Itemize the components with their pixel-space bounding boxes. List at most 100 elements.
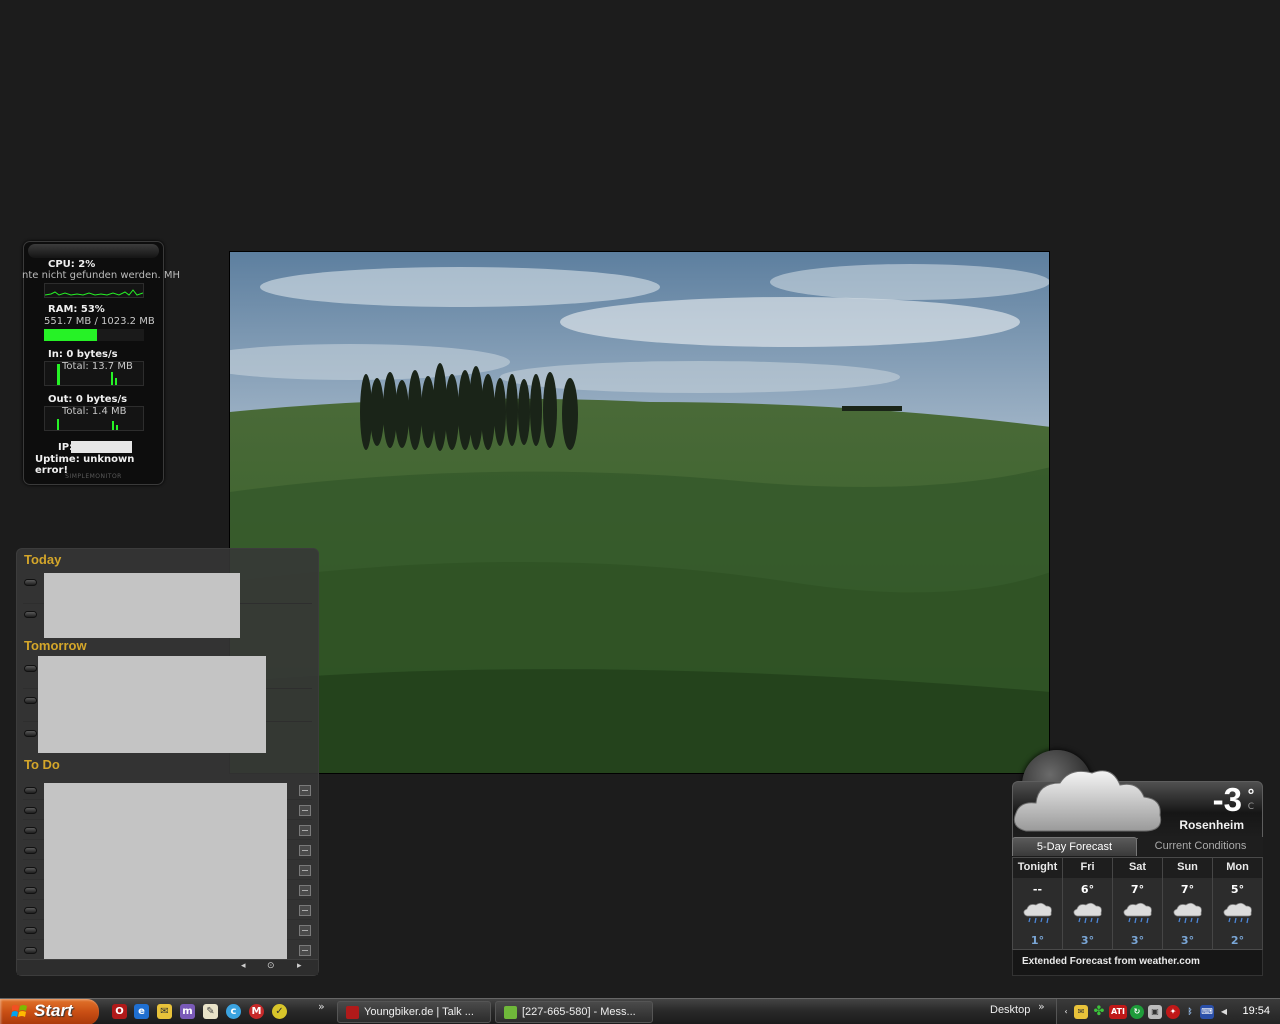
todo-row-button[interactable] — [24, 887, 37, 894]
bluetooth-icon[interactable]: ᛒ — [1183, 1005, 1197, 1019]
opera-icon — [346, 1006, 359, 1019]
forecast-low-temp: 3° — [1180, 934, 1195, 947]
todo-checkbox[interactable] — [299, 785, 311, 796]
skype-icon[interactable]: c — [226, 1004, 241, 1019]
todo-row-button[interactable] — [24, 927, 37, 934]
todo-row-button[interactable] — [24, 827, 37, 834]
todo-row-button[interactable] — [24, 787, 37, 794]
net-out-label: Out: 0 bytes/s — [48, 394, 128, 405]
todo-checkbox[interactable] — [299, 885, 311, 896]
todo-checkbox[interactable] — [299, 865, 311, 876]
msn-icon[interactable]: ✓ — [272, 1004, 287, 1019]
messenger-icon — [504, 1006, 517, 1019]
forecast-high-temp: 5° — [1230, 883, 1245, 896]
task-button-messenger[interactable]: [227-665-580] - Mess... — [495, 1001, 653, 1023]
ram-label: RAM: 53% — [48, 304, 105, 315]
taskbar-clock[interactable]: 19:54 — [1242, 1005, 1270, 1017]
mail-tray-icon[interactable]: ✉ — [1074, 1005, 1088, 1019]
refresh-icon[interactable]: ⊙ — [267, 961, 275, 971]
next-arrow-icon[interactable]: ▸ — [297, 961, 302, 971]
task-label: Youngbiker.de | Talk ... — [364, 1006, 474, 1018]
forecast-high-temp: 7° — [1130, 883, 1145, 896]
system-tray: ‹ ✉ ✤ ATI ↻ ▣ ✦ ᛒ ⌨ ◀ 19:54 — [1056, 999, 1280, 1024]
todo-row-button[interactable] — [24, 867, 37, 874]
forecast-day-name: Fri — [1080, 861, 1095, 873]
tomorrow-events-redacted — [38, 656, 266, 753]
tab-current-conditions[interactable]: Current Conditions — [1138, 837, 1263, 856]
task-button-opera[interactable]: Youngbiker.de | Talk ... — [337, 1001, 491, 1023]
forecast-high-temp: -- — [1032, 883, 1043, 896]
ati-icon[interactable]: ATI — [1109, 1005, 1127, 1019]
tomorrow-row-button[interactable] — [24, 665, 37, 672]
todo-heading: To Do — [24, 757, 60, 772]
net-in-total: Total: 13.7 MB — [62, 361, 133, 372]
error-message: nte nicht gefunden werden. MH — [22, 270, 180, 281]
extended-forecast-link[interactable]: Extended Forecast from weather.com — [1012, 950, 1263, 976]
todo-row-button[interactable] — [24, 807, 37, 814]
todo-row-button[interactable] — [24, 847, 37, 854]
ip-redacted-box — [71, 441, 132, 453]
today-events-redacted — [44, 573, 240, 638]
forecast-low-temp: 3° — [1080, 934, 1095, 947]
city-name: Rosenheim — [1179, 818, 1244, 832]
mail-icon[interactable]: ✉ — [157, 1004, 172, 1019]
clover-icon[interactable]: ✤ — [1092, 1005, 1106, 1019]
forecast-low-temp: 1° — [1030, 934, 1045, 947]
cpu-label: CPU: 2% — [48, 259, 96, 270]
tomorrow-heading: Tomorrow — [24, 638, 87, 653]
todo-checkbox[interactable] — [299, 905, 311, 916]
forecast-day-name: Sat — [1128, 861, 1147, 873]
tab-5-day-forecast[interactable]: 5-Day Forecast — [1012, 837, 1137, 856]
desktop-toolbar-label[interactable]: Desktop — [990, 1004, 1030, 1016]
antivirus-icon[interactable]: ✦ — [1166, 1005, 1180, 1019]
internet-explorer-icon[interactable]: e — [134, 1004, 149, 1019]
todo-row-button[interactable] — [24, 947, 37, 954]
today-heading: Today — [24, 552, 62, 567]
today-row-button[interactable] — [24, 579, 37, 586]
calendar-footer: ◂ ⊙ ▸ — [17, 959, 318, 975]
sync-icon[interactable]: ↻ — [1130, 1005, 1144, 1019]
widget-gloss — [28, 244, 159, 258]
cloud-icon — [1013, 770, 1162, 832]
notepad-icon[interactable]: ✎ — [203, 1004, 218, 1019]
landscape-image — [230, 252, 1049, 773]
calendar-todo-widget: Today Tomorrow To Do ◂ ⊙ ▸ — [16, 548, 319, 976]
rain-cloud-icon — [1023, 902, 1052, 924]
tray-collapse-icon[interactable]: ‹ — [1059, 1005, 1073, 1019]
taskbar: Start O e ✉ m ✎ c M ✓ » Youngbiker.de | … — [0, 998, 1280, 1024]
volume-icon[interactable]: ◀ — [1217, 1005, 1231, 1019]
todo-row-button[interactable] — [24, 907, 37, 914]
prev-arrow-icon[interactable]: ◂ — [241, 961, 246, 971]
app-icon[interactable]: m — [180, 1004, 195, 1019]
opera-icon[interactable]: O — [112, 1004, 127, 1019]
todo-checkbox[interactable] — [299, 825, 311, 836]
forecast-day-name: Tonight — [1017, 861, 1058, 873]
todo-checkbox[interactable] — [299, 805, 311, 816]
todo-checkbox[interactable] — [299, 845, 311, 856]
quicklaunch-more-icon[interactable]: » — [318, 1000, 325, 1013]
rain-cloud-icon — [1173, 902, 1202, 924]
ram-detail: 551.7 MB / 1023.2 MB — [44, 316, 155, 327]
network-icon[interactable]: ▣ — [1148, 1005, 1162, 1019]
todo-checkbox[interactable] — [299, 925, 311, 936]
net-in-label: In: 0 bytes/s — [48, 349, 118, 360]
keyboard-icon[interactable]: ⌨ — [1200, 1005, 1214, 1019]
gmail-icon[interactable]: M — [249, 1004, 264, 1019]
ram-usage-fill — [44, 329, 97, 341]
forecast-low-temp: 3° — [1130, 934, 1145, 947]
temperature-unit: C — [1247, 802, 1254, 812]
desktop-toolbar-more-icon[interactable]: » — [1038, 1000, 1045, 1013]
desktop-wallpaper — [229, 251, 1050, 774]
forecast-day-name: Sun — [1177, 861, 1198, 873]
rain-cloud-icon — [1123, 902, 1152, 924]
cpu-graph — [44, 283, 144, 298]
start-button[interactable]: Start — [0, 999, 99, 1024]
tomorrow-row-button[interactable] — [24, 730, 37, 737]
forecast-day-name: Mon — [1226, 861, 1249, 873]
task-label: [227-665-580] - Mess... — [522, 1006, 636, 1018]
start-label: Start — [34, 1001, 73, 1020]
tomorrow-row-button[interactable] — [24, 697, 37, 704]
today-row-button[interactable] — [24, 611, 37, 618]
todo-checkbox[interactable] — [299, 945, 311, 956]
forecast-day-column: Mon 5° 2° — [1213, 858, 1263, 951]
